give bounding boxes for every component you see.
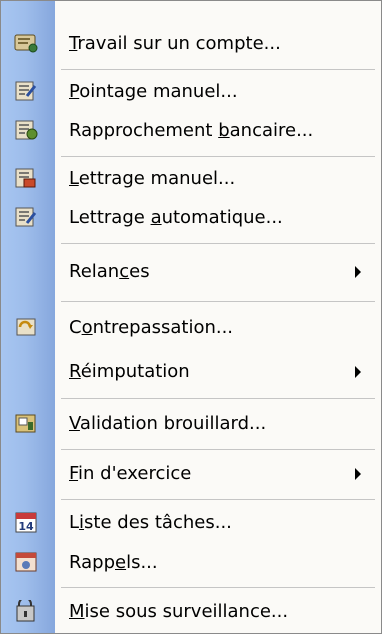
menu-separator — [61, 156, 375, 157]
menu-item-label: Validation brouillard... — [69, 413, 267, 434]
menu-item-relances[interactable]: Relances — [1, 253, 381, 290]
menu-item-label: Réimputation — [69, 361, 190, 382]
menu-item-label: Liste des tâches... — [69, 512, 232, 533]
svg-text:14: 14 — [18, 520, 34, 533]
calendar-icon: 14 — [15, 512, 37, 533]
menu-separator — [61, 69, 375, 70]
menu-separator — [61, 587, 375, 588]
menu-separator — [61, 243, 375, 244]
auto-lettering-icon — [15, 207, 37, 227]
manual-lettering-icon — [15, 168, 36, 188]
manual-check-icon — [15, 81, 37, 101]
menu-item-pointage-manuel[interactable]: Pointage manuel... — [1, 73, 381, 110]
context-menu: Travail sur un compte... Pointage manuel… — [0, 0, 382, 634]
menu-item-rapprochement-bancaire[interactable]: Rapprochement bancaire... — [1, 112, 381, 149]
menu-item-label: Rappels... — [69, 552, 158, 573]
menu-separator — [61, 499, 375, 500]
menu-item-label: Rapprochement bancaire... — [69, 120, 314, 141]
reminder-icon — [15, 552, 37, 572]
menu-item-liste-des-taches[interactable]: 14 Liste des tâches... — [1, 504, 381, 541]
submenu-arrow-icon — [355, 467, 361, 480]
menu-item-reimputation[interactable]: Réimputation — [1, 353, 381, 390]
menu-item-lettrage-automatique[interactable]: Lettrage automatique... — [1, 199, 381, 236]
menu-item-label: Fin d'exercice — [69, 463, 192, 484]
menu-item-mise-sous-surveillance[interactable]: Mise sous surveillance... — [1, 593, 381, 630]
menu-item-travail-sur-un-compte[interactable]: Travail sur un compte... — [1, 25, 381, 62]
reverse-entry-icon — [16, 318, 36, 336]
menu-item-lettrage-manuel[interactable]: Lettrage manuel... — [1, 160, 381, 197]
menu-item-validation-brouillard[interactable]: Validation brouillard... — [1, 405, 381, 442]
bank-reconcile-icon — [15, 120, 38, 140]
account-book-icon — [14, 34, 38, 53]
menu-item-label: Lettrage automatique... — [69, 207, 283, 228]
submenu-arrow-icon — [355, 365, 361, 378]
menu-item-fin-d-exercice[interactable]: Fin d'exercice — [1, 455, 381, 492]
menu-item-label: Lettrage manuel... — [69, 168, 236, 189]
menu-separator — [61, 301, 375, 302]
menu-item-rappels[interactable]: Rappels... — [1, 544, 381, 581]
menu-item-label: Pointage manuel... — [69, 81, 238, 102]
menu-separator — [61, 449, 375, 450]
menu-separator — [61, 398, 375, 399]
validation-icon — [15, 414, 36, 433]
menu-item-contrepassation[interactable]: Contrepassation... — [1, 309, 381, 346]
submenu-arrow-icon — [355, 265, 361, 278]
menu-item-label: Relances — [69, 261, 150, 282]
surveillance-icon — [16, 600, 35, 622]
menu-item-label: Contrepassation... — [69, 317, 234, 338]
menu-item-label: Mise sous surveillance... — [69, 601, 289, 622]
menu-item-label: Travail sur un compte... — [69, 33, 281, 54]
